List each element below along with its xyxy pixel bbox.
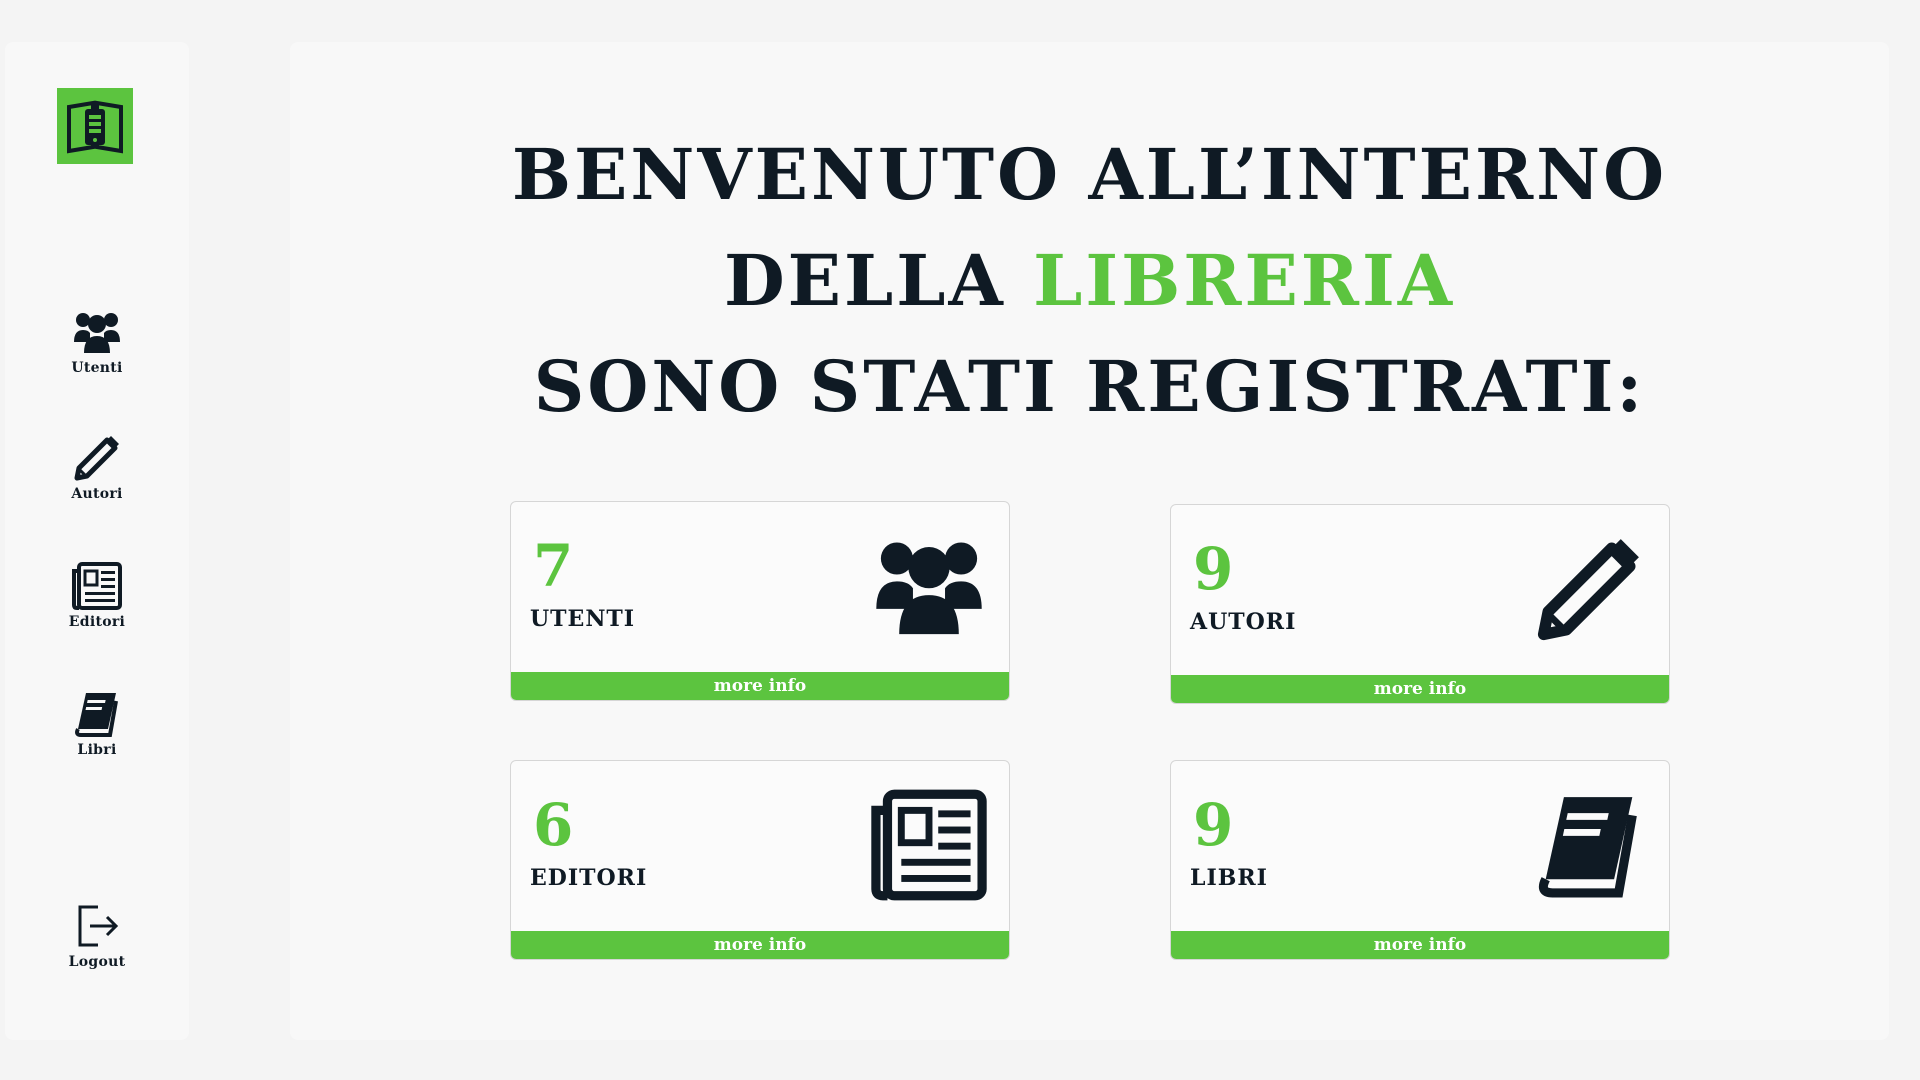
stat-label: LIBRI	[1190, 865, 1268, 891]
sidebar-item-utenti[interactable]: Utenti	[5, 306, 189, 376]
sidebar-item-label: Libri	[77, 742, 117, 758]
welcome-headline: BENVENUTO ALL’INTERNO DELLA LIBRERIA SON…	[290, 122, 1889, 440]
sidebar-item-libri[interactable]: Libri	[5, 688, 189, 758]
sidebar: Utenti Autori Editori Libri Logout	[5, 42, 189, 1040]
main-panel: BENVENUTO ALL’INTERNO DELLA LIBRERIA SON…	[290, 42, 1889, 1040]
more-info-link[interactable]: more info	[511, 672, 1009, 700]
stat-card-editori: 6 EDITORI more info	[510, 760, 1010, 960]
users-icon	[869, 526, 989, 646]
sidebar-item-label: Utenti	[71, 360, 123, 376]
stat-label: AUTORI	[1190, 609, 1297, 635]
stat-card-autori: 9 AUTORI more info	[1170, 504, 1670, 704]
more-info-link[interactable]: more info	[1171, 675, 1669, 703]
more-info-link[interactable]: more info	[1171, 931, 1669, 959]
book-icon	[71, 688, 123, 740]
stat-label: UTENTI	[530, 606, 636, 632]
pencil-icon	[71, 432, 123, 484]
stat-card-libri: 9 LIBRI more info	[1170, 760, 1670, 960]
app-logo[interactable]	[57, 88, 133, 164]
users-icon	[71, 306, 123, 358]
headline-line-2: DELLA LIBRERIA	[290, 228, 1889, 334]
sidebar-item-autori[interactable]: Autori	[5, 432, 189, 502]
headline-line-2-prefix: DELLA	[723, 239, 1034, 322]
stat-card-utenti: 7 UTENTI more info	[510, 501, 1010, 701]
more-info-link[interactable]: more info	[511, 931, 1009, 959]
headline-accent: LIBRERIA	[1033, 239, 1456, 322]
stat-count: 7	[533, 532, 574, 600]
sidebar-item-label: Autori	[71, 486, 123, 502]
newspaper-icon	[71, 560, 123, 612]
pencil-icon	[1529, 529, 1649, 649]
stat-count: 9	[1193, 535, 1234, 603]
headline-line-1: BENVENUTO ALL’INTERNO	[511, 133, 1668, 216]
headline-line-3: SONO STATI REGISTRATI:	[533, 345, 1646, 428]
logout-icon	[71, 900, 123, 952]
stat-count: 6	[533, 791, 574, 859]
book-phone-icon	[67, 100, 123, 154]
newspaper-icon	[869, 785, 989, 905]
logout-button[interactable]: Logout	[5, 900, 189, 970]
sidebar-item-label: Editori	[68, 614, 126, 630]
book-icon	[1529, 785, 1649, 905]
stat-label: EDITORI	[530, 865, 648, 891]
stat-count: 9	[1193, 791, 1234, 859]
logout-label: Logout	[68, 954, 126, 970]
sidebar-item-editori[interactable]: Editori	[5, 560, 189, 630]
